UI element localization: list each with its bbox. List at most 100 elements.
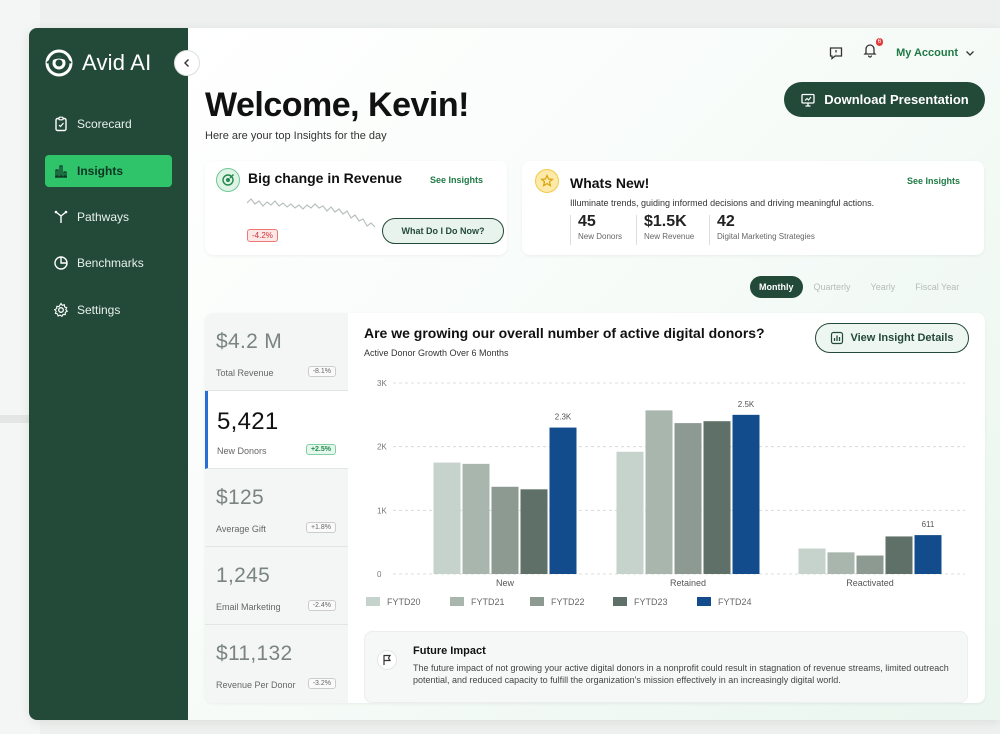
feedback-icon[interactable] — [828, 45, 844, 61]
sidebar-item-insights[interactable]: Insights — [45, 155, 172, 187]
revenue-change-card: Big change in Revenue See Insights -4.2%… — [205, 161, 507, 255]
y-tick-label: 3K — [377, 379, 387, 388]
whats-new-card: Whats New! See Insights Illuminate trend… — [522, 161, 984, 255]
stat-label: New Revenue — [644, 232, 695, 241]
whats-new-title: Whats New! — [570, 175, 650, 191]
what-do-i-do-now-button[interactable]: What Do I Do Now? — [382, 218, 504, 244]
metric-change-badge: +1.8% — [305, 522, 336, 533]
pie-chart-icon — [54, 256, 68, 270]
account-label: My Account — [896, 46, 958, 59]
sidebar-item-scorecard[interactable]: Scorecard — [45, 108, 172, 140]
pathways-icon — [54, 210, 68, 223]
revenue-see-insights-link[interactable]: See Insights — [430, 175, 483, 185]
page-title: Welcome, Kevin! — [205, 86, 469, 124]
sidebar-item-pathways[interactable]: Pathways — [45, 201, 172, 233]
stat-divider — [709, 215, 710, 245]
tab-monthly[interactable]: Monthly — [750, 276, 803, 298]
legend-label: FYTD22 — [551, 597, 585, 607]
bar — [462, 463, 490, 574]
metric-change-badge: -2.4% — [307, 600, 336, 611]
metric-label: New Donors — [217, 446, 267, 456]
tab-quarterly[interactable]: Quarterly — [805, 276, 860, 298]
chart-icon — [831, 331, 844, 345]
bar — [645, 410, 673, 574]
bar — [732, 414, 760, 574]
main-content: 6 My Account Welcome, Kevin! Here are yo… — [188, 28, 1000, 720]
avid-logo-icon — [45, 49, 73, 77]
bar — [856, 555, 884, 574]
sidebar-item-benchmarks[interactable]: Benchmarks — [45, 247, 172, 279]
account-menu[interactable]: My Account — [896, 47, 976, 59]
stat-value: 42 — [717, 213, 735, 230]
sidebar-item-label: Benchmarks — [77, 256, 144, 270]
metric-label: Revenue Per Donor — [216, 680, 296, 690]
brand-logo[interactable]: Avid AI — [44, 48, 151, 78]
revenue-sparkline — [247, 198, 376, 228]
revenue-card-title: Big change in Revenue — [248, 170, 403, 186]
legend-label: FYTD23 — [634, 597, 668, 607]
bar — [491, 486, 519, 574]
background-line — [0, 415, 30, 423]
sidebar-item-settings[interactable]: Settings — [45, 294, 172, 326]
revenue-change-badge: -4.2% — [247, 229, 278, 242]
clipboard-icon — [55, 116, 67, 132]
future-impact-box: Future Impact The future impact of not g… — [364, 631, 968, 703]
metric-label: Average Gift — [216, 524, 266, 534]
sidebar-collapse-button[interactable] — [174, 50, 200, 76]
metric-value: 1,245 — [216, 564, 271, 587]
metrics-list: $4.2 M Total Revenue -8.1% 5,421 New Don… — [205, 313, 348, 703]
metric-change-badge: -8.1% — [307, 366, 336, 377]
bar — [549, 427, 577, 574]
data-label: 2.3K — [555, 413, 572, 422]
legend-swatch — [697, 597, 711, 606]
bar-chart-icon — [55, 165, 67, 178]
metric-revenue-per-donor[interactable]: $11,132 Revenue Per Donor -3.2% — [205, 625, 348, 703]
x-tick-label: New — [496, 578, 515, 588]
stat-new-donors: 45 New Donors — [578, 213, 622, 241]
bar — [616, 451, 644, 574]
whats-new-description: Illuminate trends, guiding informed deci… — [570, 198, 875, 208]
metric-change-badge: +2.5% — [305, 444, 336, 455]
stat-divider — [636, 215, 637, 245]
sidebar-item-label: Insights — [77, 164, 124, 178]
presentation-icon — [801, 93, 815, 107]
app-window: Avid AI Scorecard Insights Pathways Benc… — [29, 28, 1000, 720]
metric-email-marketing[interactable]: 1,245 Email Marketing -2.4% — [205, 547, 348, 625]
tab-fiscal-year[interactable]: Fiscal Year — [906, 276, 968, 298]
bar — [520, 489, 548, 574]
stat-divider — [570, 215, 571, 245]
tab-yearly[interactable]: Yearly — [862, 276, 905, 298]
bar — [798, 548, 826, 574]
view-insight-label: View Insight Details — [850, 332, 954, 344]
bar — [914, 535, 942, 574]
metric-average-gift[interactable]: $125 Average Gift +1.8% — [205, 469, 348, 547]
star-icon — [535, 169, 559, 193]
notification-badge: 6 — [875, 38, 884, 46]
legend-swatch — [366, 597, 380, 606]
stat-new-revenue: $1.5K New Revenue — [644, 213, 694, 241]
data-label: 2.5K — [738, 400, 755, 409]
notifications-button[interactable]: 6 — [862, 38, 884, 63]
sidebar-item-label: Settings — [77, 303, 121, 317]
y-tick-label: 0 — [377, 570, 382, 579]
x-tick-label: Reactivated — [846, 578, 894, 588]
download-presentation-button[interactable]: Download Presentation — [784, 82, 985, 117]
sidebar: Avid AI Scorecard Insights Pathways Benc… — [29, 28, 188, 720]
legend-swatch — [530, 597, 544, 606]
metric-new-donors[interactable]: 5,421 New Donors +2.5% — [205, 391, 348, 469]
stat-value: $1.5K — [644, 213, 687, 230]
metric-total-revenue[interactable]: $4.2 M Total Revenue -8.1% — [205, 313, 348, 391]
view-insight-details-button[interactable]: View Insight Details — [815, 323, 969, 353]
donor-growth-chart: 0 1K 2K 3K 2.3K New 2.5K Retained 611 Reactivated… — [366, 379, 965, 607]
metric-value: $4.2 M — [216, 330, 282, 353]
y-tick-label: 1K — [377, 506, 387, 515]
legend-swatch — [613, 597, 627, 606]
bar — [827, 552, 855, 574]
whats-new-see-insights-link[interactable]: See Insights — [907, 176, 960, 186]
metric-value: $11,132 — [216, 642, 293, 665]
metric-change-badge: -3.2% — [307, 678, 336, 689]
chevron-left-icon — [184, 59, 189, 67]
stat-label: Digital Marketing Strategies — [717, 232, 815, 241]
stat-value: 45 — [578, 213, 596, 230]
bar — [433, 462, 461, 574]
